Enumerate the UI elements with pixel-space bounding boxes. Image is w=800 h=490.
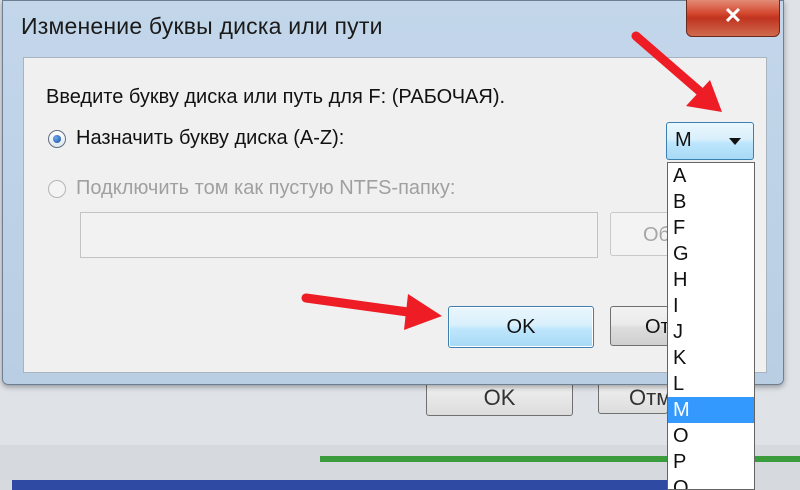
dialog-title: Изменение буквы диска или пути xyxy=(21,13,383,39)
chevron-down-icon xyxy=(729,138,741,145)
dropdown-option-p[interactable]: P xyxy=(668,449,754,475)
mount-folder-radio[interactable] xyxy=(48,180,66,198)
dropdown-option-g[interactable]: G xyxy=(668,241,754,267)
dropdown-option-i[interactable]: I xyxy=(668,293,754,319)
close-icon: ✕ xyxy=(723,3,743,28)
dropdown-option-b[interactable]: B xyxy=(668,189,754,215)
dropdown-option-q[interactable]: Q xyxy=(668,475,754,489)
title-bar[interactable]: Изменение буквы диска или пути xyxy=(3,1,783,53)
dropdown-option-h[interactable]: H xyxy=(668,267,754,293)
ok-button[interactable]: OK xyxy=(448,306,594,348)
background-ok-button[interactable]: OK xyxy=(426,380,573,416)
dropdown-option-m[interactable]: M xyxy=(668,397,754,423)
folder-path-input[interactable] xyxy=(80,212,598,258)
mount-folder-label[interactable]: Подключить том как пустую NTFS-папку: xyxy=(76,177,455,200)
close-button[interactable]: ✕ xyxy=(686,0,780,37)
prompt-text: Введите букву диска или путь для F: (РАБ… xyxy=(46,86,506,108)
assign-letter-label[interactable]: Назначить букву диска (A-Z): xyxy=(76,127,344,150)
dropdown-option-f[interactable]: F xyxy=(668,215,754,241)
dropdown-option-l[interactable]: L xyxy=(668,371,754,397)
background-blue-bar xyxy=(12,480,672,490)
dropdown-option-o[interactable]: O xyxy=(668,423,754,449)
dialog-client-area: Введите букву диска или путь для F: (РАБ… xyxy=(23,57,767,373)
background-cancel-button[interactable]: Отмена xyxy=(598,380,668,414)
combobox-selected-value: M xyxy=(675,129,692,151)
assign-letter-radio[interactable] xyxy=(48,130,66,148)
dropdown-option-a[interactable]: A xyxy=(668,163,754,189)
drive-letter-dropdown-list: ABFGHIJKLMOPQ xyxy=(667,162,755,490)
dropdown-option-j[interactable]: J xyxy=(668,319,754,345)
dropdown-option-k[interactable]: K xyxy=(668,345,754,371)
drive-letter-combobox[interactable]: M xyxy=(666,122,754,160)
